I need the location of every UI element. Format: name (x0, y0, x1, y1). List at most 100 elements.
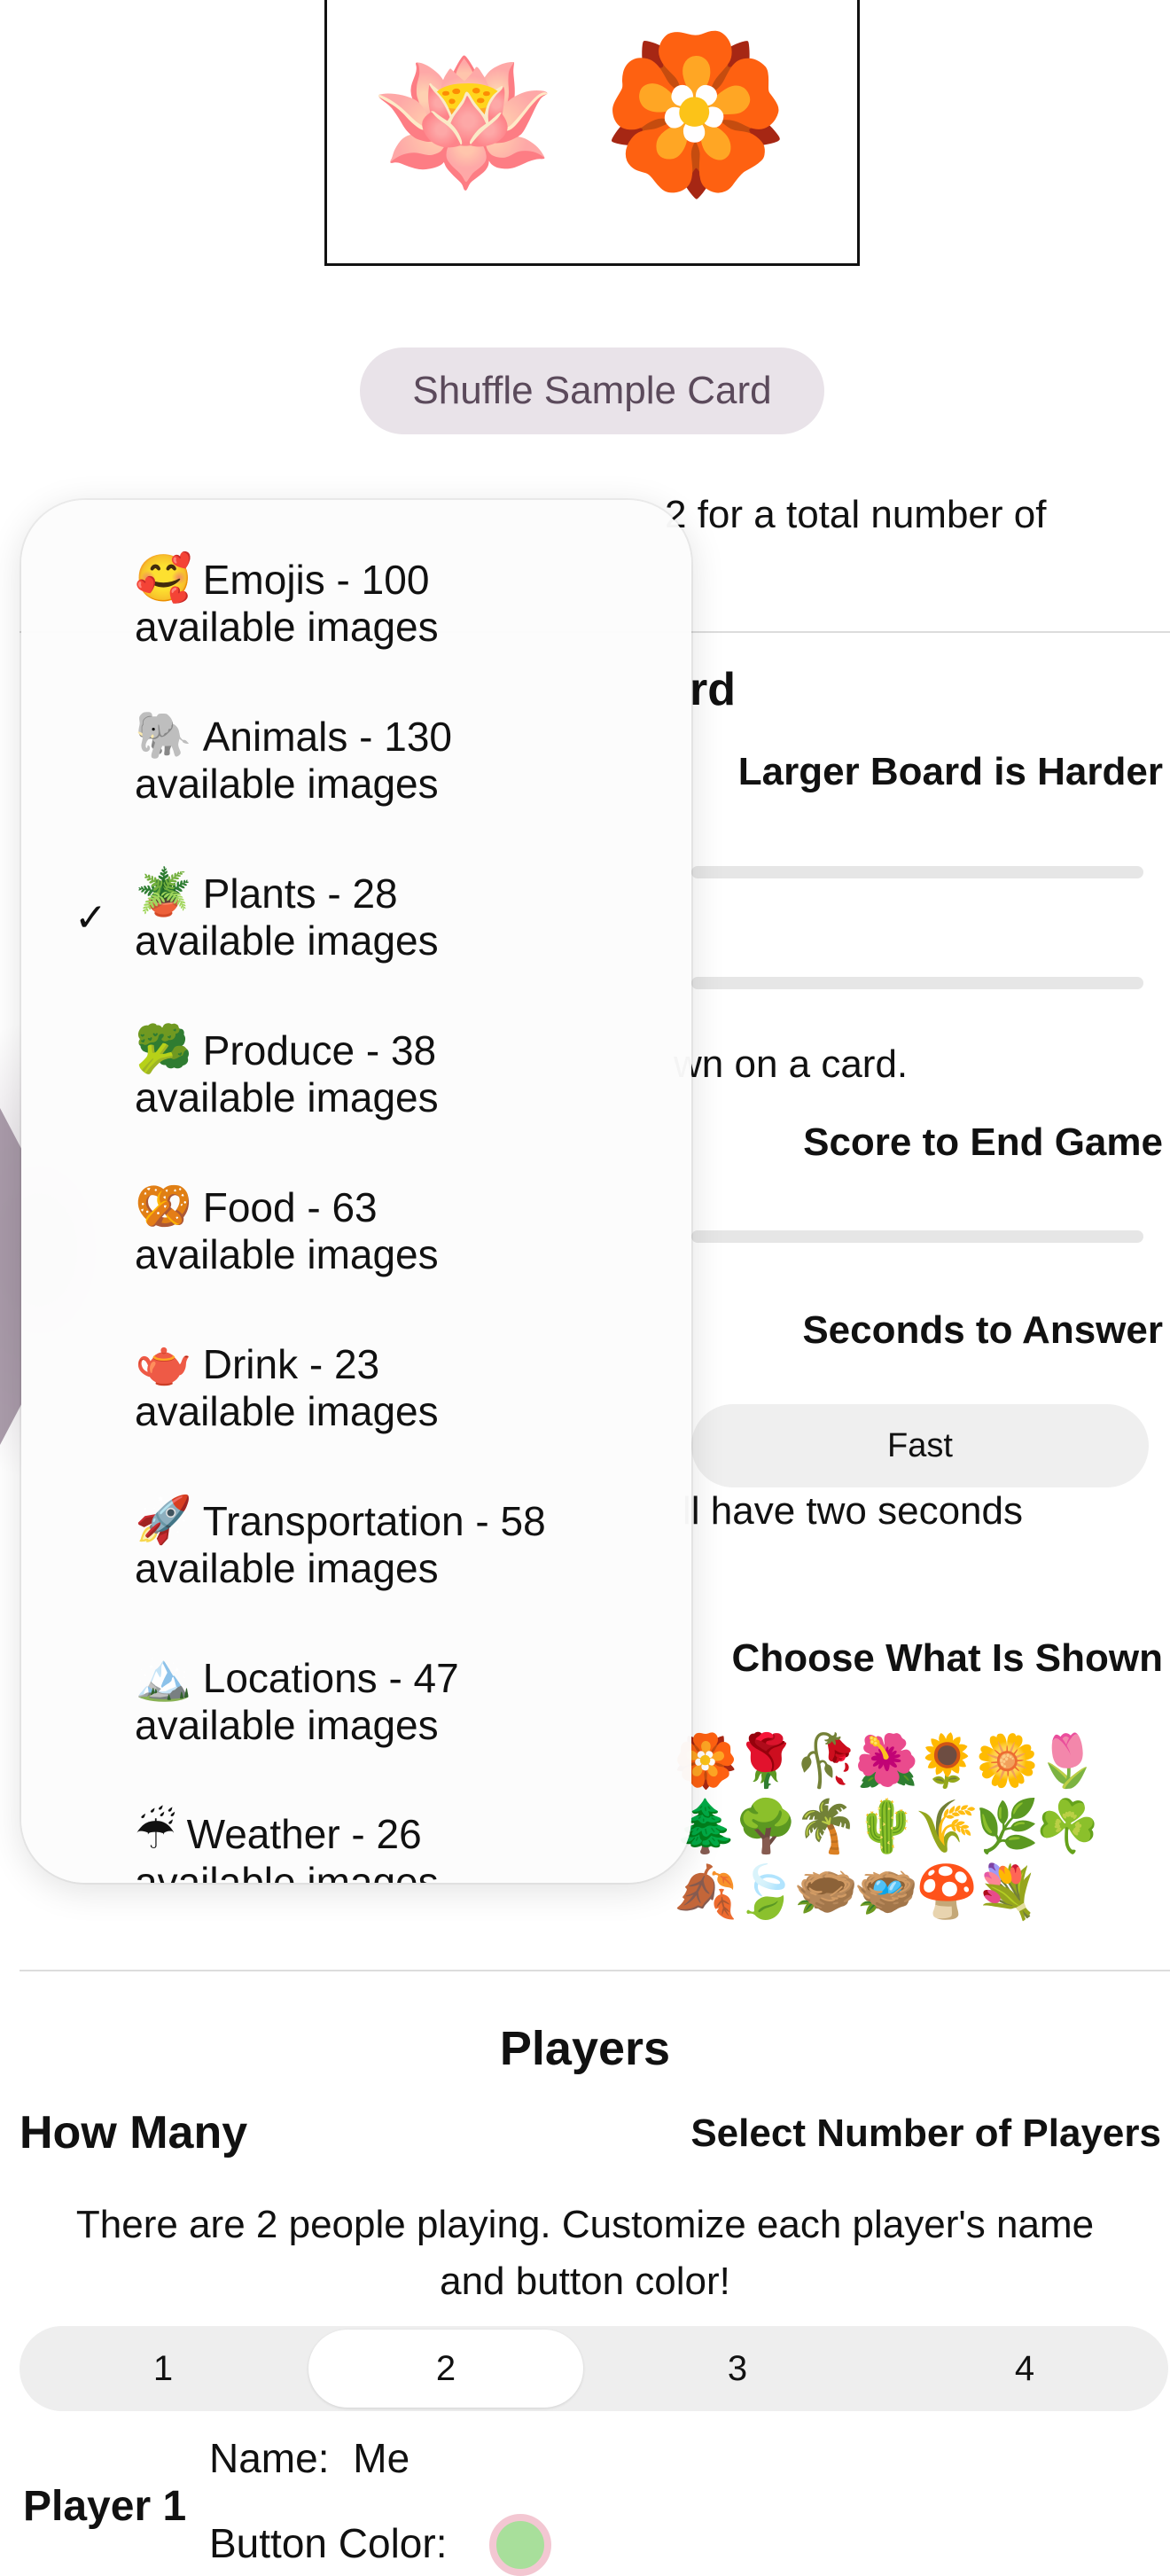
players-description: There are 2 people playing. Customize ea… (75, 2203, 1095, 2303)
emoji-preview-item: 🌷 (1035, 1732, 1100, 1790)
menu-item-subtitle: available images (135, 604, 439, 650)
menu-item-transportation[interactable]: 🚀 Transportation - 58 available images (21, 1477, 691, 1635)
emoji-preview-item: 🌴 (794, 1798, 859, 1855)
emoji-preview-item: 🍄 (915, 1863, 979, 1921)
emoji-preview-item: 🪹 (794, 1863, 859, 1921)
player-count-option-2[interactable]: 2 (308, 2330, 583, 2408)
menu-item-subtitle: available images (135, 1074, 439, 1120)
emoji-preview-row: 🏵️🌹🥀🌺🌻🌼🌷 (674, 1729, 1170, 1794)
menu-item-label: Transportation - 58 (202, 1498, 546, 1544)
menu-item-subtitle: available images (135, 1388, 439, 1434)
background-panel-edge (0, 1108, 21, 1445)
players-section-title: Players (499, 2022, 671, 2075)
symbols-slider[interactable] (691, 977, 1143, 989)
shuffle-sample-card-button[interactable]: Shuffle Sample Card (360, 347, 824, 434)
emoji-preview-item: 🌻 (915, 1732, 979, 1790)
menu-item-food[interactable]: 🥨 Food - 63 available images (21, 1163, 691, 1321)
menu-item-plants[interactable]: ✓ 🪴 Plants - 28 available images (21, 849, 691, 1007)
menu-item-label: Weather - 26 (186, 1811, 422, 1857)
emoji-preview-item: 🥀 (794, 1732, 859, 1790)
sample-card: 🪷 🏵️ (324, 0, 860, 266)
menu-item-subtitle: available images (135, 761, 439, 807)
player-count-segmented-control: 1 2 3 4 (20, 2326, 1168, 2411)
emoji-preview-grid: 🏵️🌹🥀🌺🌻🌼🌷 🌲🌳🌴🌵🌾🌿☘️ 🍂🍃🪹🪺🍄💐 (674, 1729, 1170, 1925)
menu-item-label: Food - 63 (202, 1184, 378, 1230)
emoji-preview-item: 🪺 (854, 1863, 919, 1921)
menu-item-label: Locations - 47 (202, 1655, 459, 1701)
menu-item-subtitle: available images (135, 1545, 439, 1591)
emoji-preview-item: 🌿 (975, 1798, 1040, 1855)
player-count-option-3[interactable]: 3 (594, 2326, 881, 2411)
score-label: Score to End Game (803, 1120, 1163, 1164)
menu-item-weather[interactable]: ☔ Weather - 26 available images (21, 1791, 691, 1883)
emoji-preview-item: 🌾 (915, 1798, 979, 1855)
menu-item-title: 🪴 Plants - 28 (135, 865, 398, 919)
menu-item-title: 🥦 Produce - 38 (135, 1022, 436, 1076)
elephant-icon: 🐘 (135, 710, 192, 761)
menu-item-title: 🚀 Transportation - 58 (135, 1493, 546, 1547)
menu-item-label: Emojis - 100 (202, 557, 430, 603)
smiling-face-icon: 🥰 (135, 553, 192, 605)
mountain-icon: 🏔️ (135, 1651, 192, 1703)
menu-item-title: 🫖 Drink - 23 (135, 1336, 379, 1390)
board-size-label: Larger Board is Harder (737, 750, 1163, 793)
menu-item-subtitle: available images (135, 1859, 439, 1883)
player-1-label: Player 1 (23, 2483, 187, 2530)
menu-item-title: 🥨 Food - 63 (135, 1179, 378, 1233)
menu-item-title: 🏔️ Locations - 47 (135, 1650, 459, 1704)
menu-item-label: Produce - 38 (202, 1027, 437, 1073)
menu-item-subtitle: available images (135, 1702, 439, 1748)
checkmark-icon: ✓ (74, 896, 107, 940)
menu-item-drink[interactable]: 🫖 Drink - 23 available images (21, 1320, 691, 1478)
seconds-label: Seconds to Answer (802, 1308, 1163, 1352)
choose-shown-label: Choose What Is Shown (731, 1636, 1163, 1680)
player-1-name-field[interactable]: Me (353, 2435, 410, 2481)
menu-item-produce[interactable]: 🥦 Produce - 38 available images (21, 1006, 691, 1164)
category-dropdown-menu: 🥰 Emojis - 100 available images 🐘 Animals … (21, 500, 691, 1883)
broccoli-icon: 🥦 (135, 1024, 192, 1075)
menu-item-subtitle: available images (135, 1231, 439, 1277)
symbols-description: wn on a card. (674, 1042, 909, 1086)
emoji-preview-row: 🌲🌳🌴🌵🌾🌿☘️ (674, 1794, 1170, 1860)
player-1-name-row: Name: Me (209, 2434, 410, 2482)
menu-item-label: Animals - 130 (202, 714, 452, 760)
rocket-icon: 🚀 (135, 1495, 192, 1546)
menu-item-label: Drink - 23 (202, 1341, 380, 1387)
menu-item-subtitle: available images (135, 917, 439, 964)
how-many-heading: How Many (20, 2107, 248, 2158)
sample-card-emoji-2: 🏵️ (602, 29, 790, 198)
player-1-color-picker[interactable] (489, 2514, 551, 2576)
teapot-icon: 🫖 (135, 1338, 192, 1389)
section-divider (20, 1970, 1170, 1971)
score-slider[interactable] (691, 1230, 1143, 1243)
emoji-preview-item: 🌺 (854, 1732, 919, 1790)
emoji-preview-item: 🌵 (854, 1798, 919, 1855)
menu-item-label: Plants - 28 (202, 870, 398, 917)
umbrella-icon: ☔ (135, 1807, 176, 1859)
emoji-preview-item: 🌳 (734, 1798, 799, 1855)
emoji-preview-item: 🌼 (975, 1732, 1040, 1790)
player-count-option-4[interactable]: 4 (881, 2326, 1168, 2411)
board-section-title: rd (690, 664, 736, 715)
board-hint-text: 2 for a total number of (665, 493, 1047, 536)
menu-item-title: 🥰 Emojis - 100 (135, 551, 429, 605)
menu-item-title: ☔ Weather - 26 (135, 1807, 422, 1860)
menu-item-emojis[interactable]: 🥰 Emojis - 100 available images (21, 535, 691, 693)
potted-plant-icon: 🪴 (135, 867, 192, 918)
menu-item-animals[interactable]: 🐘 Animals - 130 available images (21, 692, 691, 850)
select-players-label: Select Number of Players (690, 2112, 1161, 2155)
seconds-description: ll have two seconds (682, 1489, 1023, 1533)
board-size-slider[interactable] (691, 866, 1143, 878)
emoji-preview-item: 💐 (975, 1863, 1040, 1921)
player-count-option-1[interactable]: 1 (20, 2326, 307, 2411)
name-label: Name: (209, 2435, 330, 2481)
pretzel-icon: 🥨 (135, 1181, 192, 1232)
speed-option-fast[interactable]: Fast (691, 1404, 1149, 1487)
menu-item-locations[interactable]: 🏔️ Locations - 47 available images (21, 1634, 691, 1791)
emoji-preview-row: 🍂🍃🪹🪺🍄💐 (674, 1860, 1170, 1925)
menu-item-title: 🐘 Animals - 130 (135, 708, 452, 762)
emoji-preview-item: 🌹 (734, 1732, 799, 1790)
button-color-label: Button Color: (209, 2520, 448, 2566)
emoji-preview-item: 🍃 (734, 1863, 799, 1921)
emoji-preview-item: ☘️ (1035, 1798, 1100, 1855)
